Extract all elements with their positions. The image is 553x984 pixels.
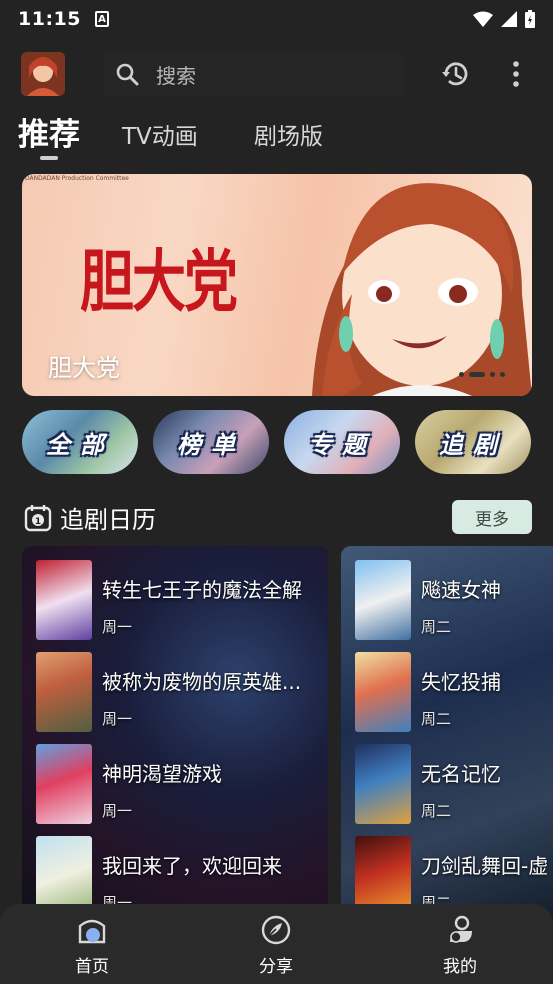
anime-weekday: 周一 xyxy=(102,802,133,820)
anime-poster xyxy=(355,560,411,640)
history-icon[interactable] xyxy=(440,58,472,90)
avatar[interactable] xyxy=(21,52,65,96)
category-topic-button[interactable]: 专题 xyxy=(284,410,400,474)
profile-icon xyxy=(450,915,472,943)
status-indicators xyxy=(473,10,535,28)
anime-title: 无名记忆 xyxy=(421,762,501,786)
anime-title: 我回来了，欢迎回来 xyxy=(102,854,282,878)
anime-weekday: 周二 xyxy=(421,802,452,820)
schedule-item[interactable]: 转生七王子的魔法全解 周一 xyxy=(36,560,328,640)
share-compass-icon xyxy=(261,915,291,945)
anime-title: 失忆投捕 xyxy=(421,670,501,694)
carousel-dot-active xyxy=(469,372,485,377)
anime-weekday: 周二 xyxy=(421,710,452,728)
category-row: 全部 榜单 专题 追剧 xyxy=(22,410,553,474)
carousel-dot xyxy=(500,372,505,377)
battery-icon xyxy=(525,10,535,28)
category-label: 全部 xyxy=(46,430,114,459)
anime-title: 飚速女神 xyxy=(421,578,501,602)
schedule-item[interactable]: 飚速女神 周二 xyxy=(355,560,553,640)
search-placeholder: 搜索 xyxy=(156,63,196,88)
wifi-icon xyxy=(473,11,493,27)
schedule-title: 追剧日历 xyxy=(60,506,156,534)
anime-weekday: 周一 xyxy=(102,710,133,728)
svg-text:1: 1 xyxy=(35,517,41,527)
anime-weekday: 周二 xyxy=(421,618,452,636)
anime-weekday: 周一 xyxy=(102,618,133,636)
carousel-dot xyxy=(459,372,464,377)
signal-icon xyxy=(501,11,517,27)
category-label: 专题 xyxy=(308,430,376,459)
tab-tv-anime[interactable]: TV动画 xyxy=(122,114,198,160)
category-all-button[interactable]: 全部 xyxy=(22,410,138,474)
anime-poster xyxy=(36,652,92,732)
category-follow-button[interactable]: 追剧 xyxy=(415,410,531,474)
search-icon xyxy=(116,63,139,86)
schedule-more-button[interactable]: 更多 xyxy=(452,500,532,534)
nav-share[interactable]: 分享 xyxy=(216,904,336,984)
tab-indicator xyxy=(40,156,58,160)
schedule-card-monday[interactable]: 转生七王子的魔法全解 周一 被称为废物的原英雄... 周一 神明渴望游戏 周一 … xyxy=(22,546,328,926)
nav-home[interactable]: 首页 xyxy=(32,904,152,984)
anime-title: 刀剑乱舞回-虚 xyxy=(421,854,549,878)
schedule-item[interactable]: 被称为废物的原英雄... 周一 xyxy=(36,652,328,732)
banner-carousel[interactable]: DANDADAN Production Committee 胆大党 胆大党 xyxy=(22,174,532,396)
schedule-item[interactable]: 失忆投捕 周二 xyxy=(355,652,553,732)
anime-poster xyxy=(355,652,411,732)
schedule-item[interactable]: 神明渴望游戏 周一 xyxy=(36,744,328,824)
home-icon xyxy=(78,919,106,944)
schedule-item[interactable]: 无名记忆 周二 xyxy=(355,744,553,824)
more-vertical-icon[interactable] xyxy=(505,58,527,90)
nav-label: 我的 xyxy=(443,957,477,977)
banner-logo: 胆大党 xyxy=(80,241,238,322)
banner-copyright: DANDADAN Production Committee xyxy=(25,175,129,182)
status-time: 11:15 xyxy=(18,8,81,30)
anime-title: 被称为废物的原英雄... xyxy=(102,670,302,694)
banner-title: 胆大党 xyxy=(48,354,120,382)
schedule-carousel: 转生七王子的魔法全解 周一 被称为废物的原英雄... 周一 神明渴望游戏 周一 … xyxy=(22,546,553,926)
category-label: 榜单 xyxy=(177,430,245,459)
status-bar: 11:15 A xyxy=(0,0,553,38)
schedule-header: 1 追剧日历 更多 xyxy=(22,496,532,540)
schedule-card-tuesday[interactable]: 飚速女神 周二 失忆投捕 周二 无名记忆 周二 刀剑乱舞回-虚 周二 xyxy=(341,546,553,926)
category-ranking-button[interactable]: 榜单 xyxy=(153,410,269,474)
app-notification-icon: A xyxy=(94,11,109,27)
carousel-indicator xyxy=(459,372,505,377)
tab-movie[interactable]: 剧场版 xyxy=(254,114,323,160)
carousel-dot xyxy=(490,372,495,377)
top-bar: 搜索 xyxy=(0,48,553,102)
tab-bar: 推荐 TV动画 剧场版 xyxy=(0,112,553,162)
bottom-navigation: 首页 分享 我的 xyxy=(0,904,553,984)
category-label: 追剧 xyxy=(439,430,507,459)
nav-label: 首页 xyxy=(75,957,109,977)
avatar-image xyxy=(21,52,65,96)
nav-profile[interactable]: 我的 xyxy=(400,904,520,984)
anime-poster xyxy=(36,560,92,640)
anime-poster xyxy=(355,744,411,824)
search-bar[interactable]: 搜索 xyxy=(104,52,404,96)
calendar-icon: 1 xyxy=(24,505,52,532)
nav-label: 分享 xyxy=(259,957,293,977)
banner-character-art xyxy=(312,183,532,396)
anime-poster xyxy=(36,744,92,824)
anime-title: 转生七王子的魔法全解 xyxy=(102,578,302,602)
tab-recommend[interactable]: 推荐 xyxy=(18,112,80,158)
anime-title: 神明渴望游戏 xyxy=(102,762,222,786)
